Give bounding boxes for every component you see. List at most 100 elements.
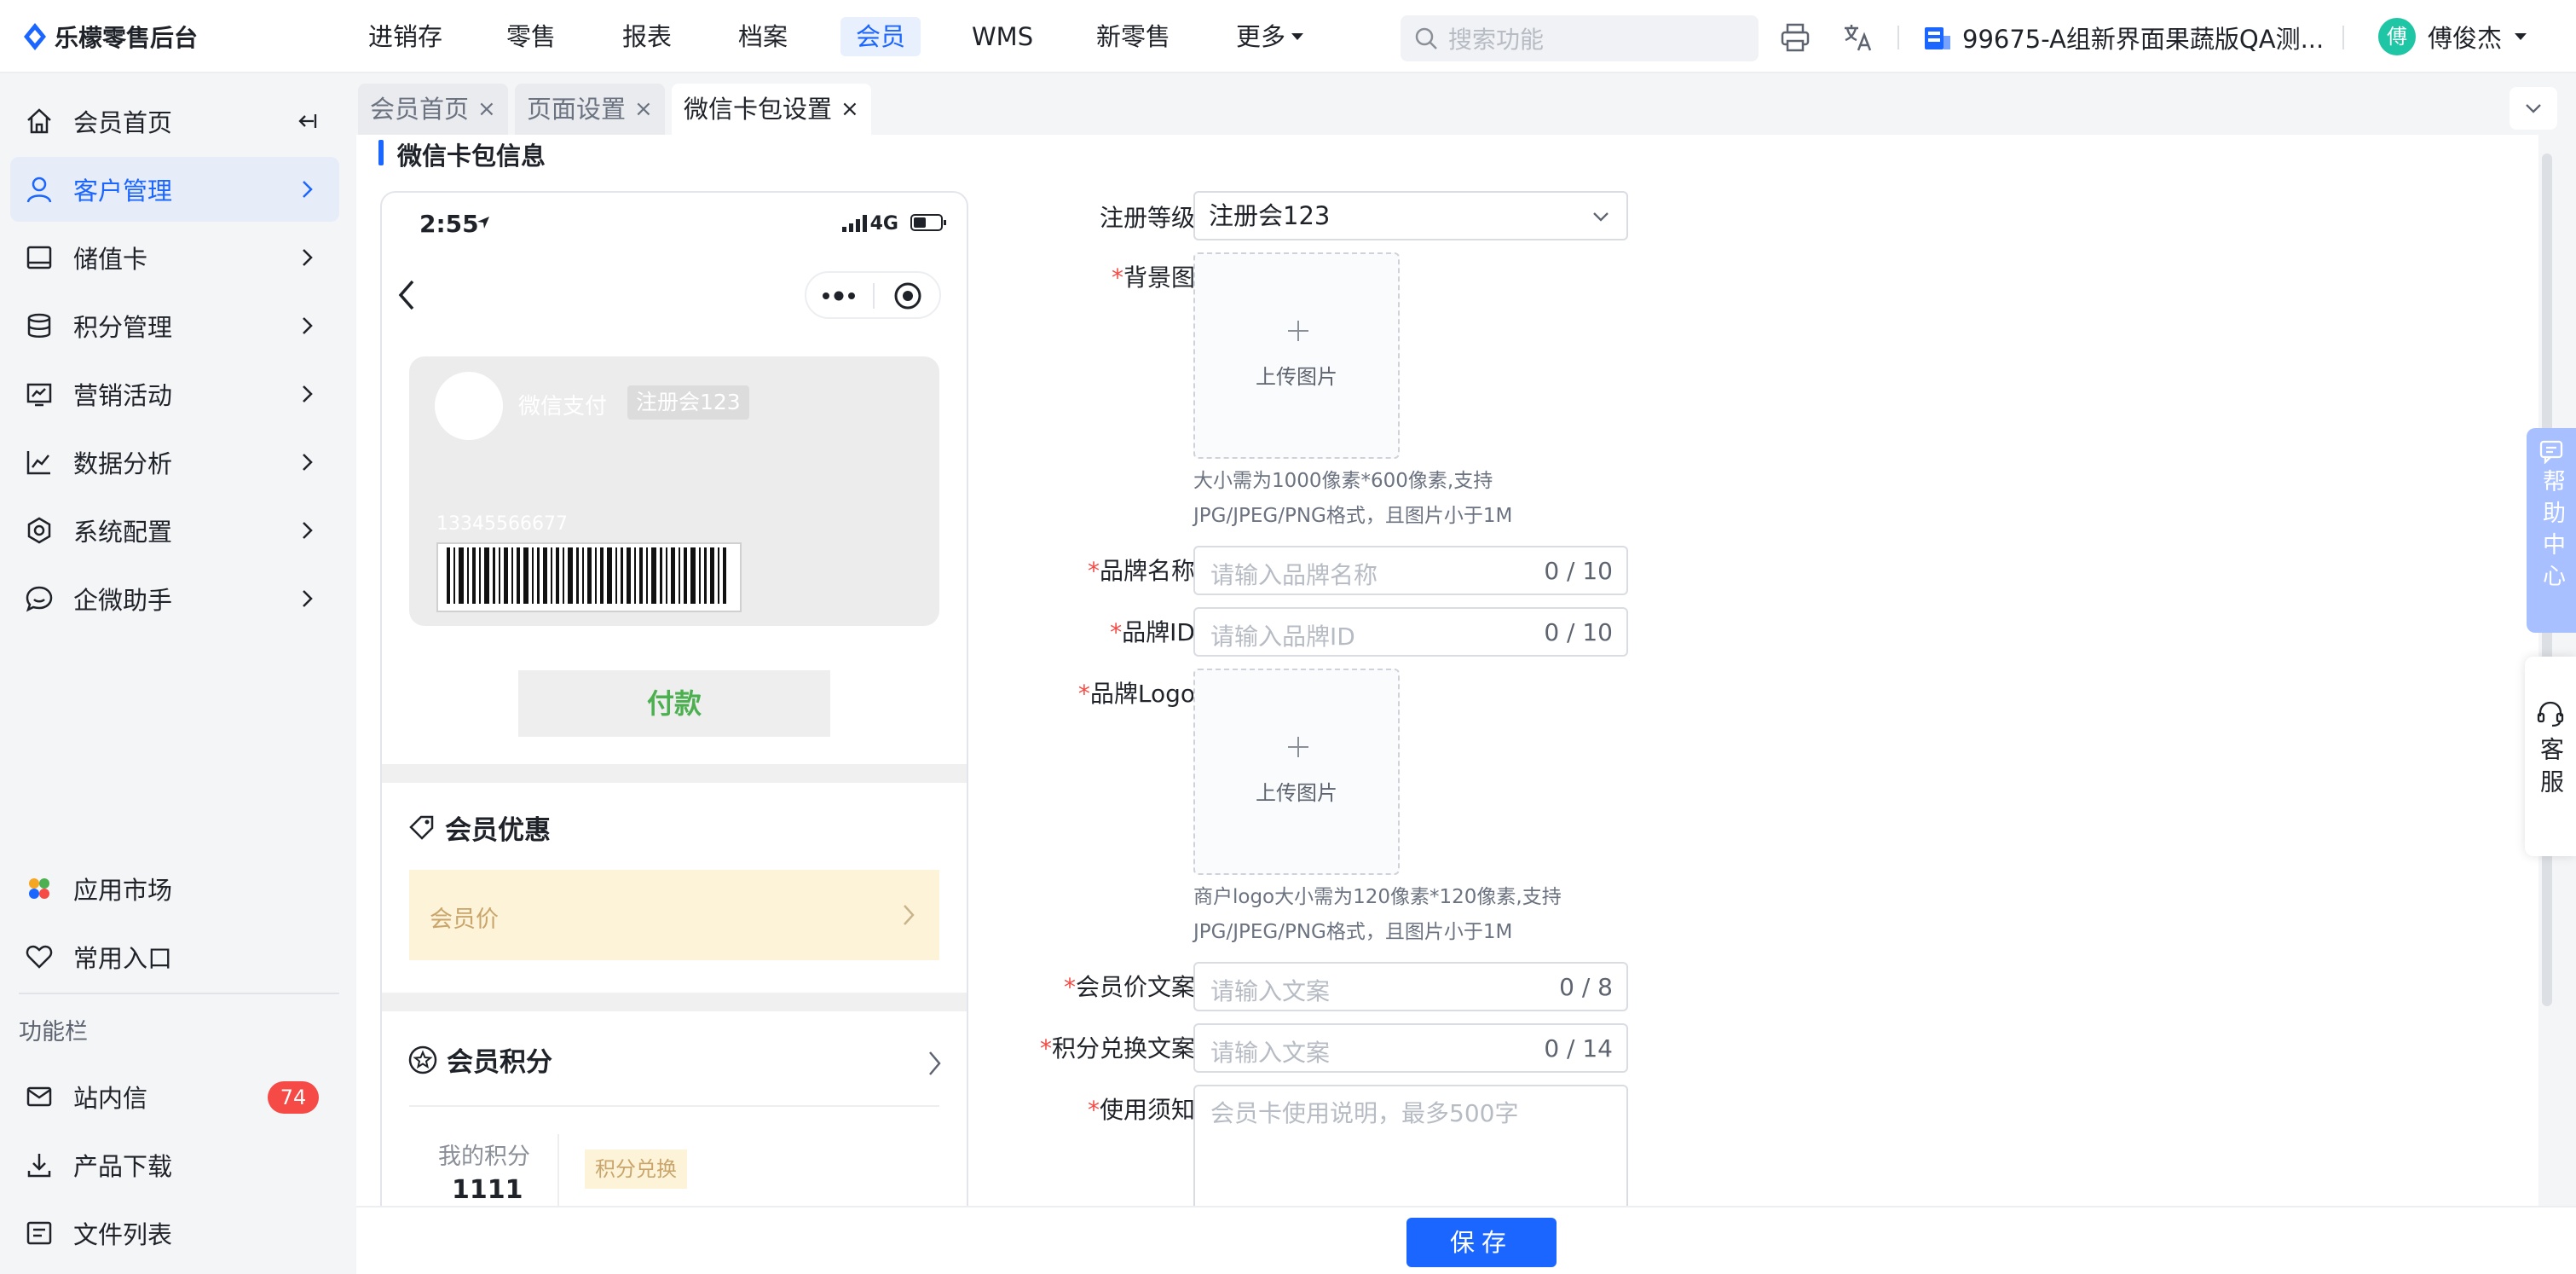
member-points-title-text: 会员积分 <box>447 1047 552 1078</box>
vip-price-text-label: *会员价文案 <box>1063 973 1195 1001</box>
vip-benefits-title: 会员优惠 <box>407 808 551 847</box>
logo-icon <box>24 23 46 50</box>
help-center-button[interactable]: 帮助中心 <box>2527 428 2576 633</box>
usage-placeholder: 会员卡使用说明，最多500字 <box>1210 1099 1519 1127</box>
avatar: 傅 <box>2378 18 2416 55</box>
store-selector[interactable]: 99675-A组新界面果蔬版QA测... <box>1923 19 2324 56</box>
search-placeholder: 搜索功能 <box>1448 26 1545 54</box>
sidebar-item-inbox[interactable]: 站内信 74 <box>10 1064 339 1129</box>
tablet-icon <box>22 240 56 275</box>
sidebar-item-label: 营销活动 <box>73 381 173 410</box>
close-target-icon[interactable] <box>893 281 922 310</box>
close-icon[interactable]: × <box>477 84 496 134</box>
back-arrow-icon[interactable] <box>396 278 419 312</box>
search-input[interactable]: 搜索功能 <box>1401 15 1759 61</box>
headset-icon <box>2537 701 2564 727</box>
database-icon <box>22 309 56 343</box>
sidebar-item-marketing[interactable]: 营销活动 <box>10 362 339 426</box>
footer-bar: 保存 <box>356 1206 2576 1274</box>
sidebar-item-stored-value-card[interactable]: 储值卡 <box>10 225 339 290</box>
pay-button[interactable]: 付款 <box>518 670 830 737</box>
sidebar: 会员首页 客户管理 储值卡 积分管理 营销活动 数据分析 系统配置 企微助手 应… <box>0 73 356 1274</box>
location-arrow-icon <box>477 217 489 229</box>
collapse-sidebar-icon[interactable] <box>295 109 319 133</box>
top-divider <box>2342 26 2344 49</box>
nav-item-reports[interactable]: 报表 <box>607 17 687 56</box>
vip-benefits-title-text: 会员优惠 <box>445 815 551 846</box>
phone-preview: 2:55 4G 微信支付 注册会123 13345566677 付款 会员优惠 … <box>380 191 968 1206</box>
settings-icon <box>22 513 56 547</box>
points-exchange-tag[interactable]: 积分兑换 <box>585 1149 687 1189</box>
chevron-right-icon[interactable] <box>924 1049 944 1078</box>
caret-down-icon <box>2515 33 2527 40</box>
nav-item-retail[interactable]: 零售 <box>491 17 571 56</box>
sidebar-item-system-config[interactable]: 系统配置 <box>10 498 339 563</box>
sidebar-item-label: 数据分析 <box>73 449 173 478</box>
points-vertical-divider <box>557 1134 559 1206</box>
chevron-right-icon <box>303 181 313 198</box>
nav-item-more[interactable]: 更多 <box>1221 17 1320 56</box>
brand-name-input[interactable]: 请输入品牌名称 0 / 10 <box>1193 546 1628 595</box>
signal-icon <box>842 215 867 232</box>
presentation-icon <box>22 377 56 411</box>
nav-item-wms[interactable]: WMS <box>956 17 1048 56</box>
more-dots-icon[interactable] <box>822 290 856 302</box>
chevron-right-icon <box>303 454 313 471</box>
chevron-down-icon <box>2526 104 2541 113</box>
capsule-divider <box>873 283 875 309</box>
user-menu[interactable]: 傅 傅俊杰 <box>2378 17 2527 56</box>
sidebar-item-favorites[interactable]: 常用入口 <box>10 924 339 989</box>
upload-label: 上传图片 <box>1256 365 1337 389</box>
vip-price-text-placeholder: 请输入文案 <box>1210 977 1331 1005</box>
tab-member-home[interactable]: 会员首页 × <box>358 84 508 135</box>
vip-price-label: 会员价 <box>430 906 499 933</box>
card-pay-label: 微信支付 <box>518 394 608 420</box>
nav-item-archive[interactable]: 档案 <box>723 17 803 56</box>
points-text-input[interactable]: 请输入文案 0 / 14 <box>1193 1023 1628 1073</box>
tab-wechat-card-settings[interactable]: 微信卡包设置 × <box>672 84 871 135</box>
level-select[interactable]: 注册会123 <box>1193 191 1628 240</box>
sidebar-item-product-download[interactable]: 产品下载 <box>10 1132 339 1197</box>
sidebar-item-label: 文件列表 <box>73 1220 173 1249</box>
member-points-title: 会员积分 <box>407 1040 552 1079</box>
sidebar-item-file-list[interactable]: 文件列表 <box>10 1201 339 1265</box>
card-level-badge: 注册会123 <box>627 385 749 420</box>
nav-item-inventory[interactable]: 进销存 <box>353 17 458 56</box>
usage-textarea[interactable]: 会员卡使用说明，最多500字 <box>1193 1085 1628 1206</box>
tab-page-settings[interactable]: 页面设置 × <box>515 84 665 135</box>
sidebar-item-member-home[interactable]: 会员首页 <box>10 89 339 153</box>
tab-menu-button[interactable] <box>2510 87 2557 130</box>
background-upload[interactable]: 上传图片 <box>1193 252 1400 459</box>
translate-icon[interactable] <box>1841 20 1875 55</box>
print-icon[interactable] <box>1778 20 1812 55</box>
nav-item-member[interactable]: 会员 <box>840 17 921 56</box>
save-button[interactable]: 保存 <box>1406 1218 1557 1267</box>
sidebar-item-data-analysis[interactable]: 数据分析 <box>10 430 339 495</box>
card-logo-placeholder <box>435 372 503 440</box>
vip-price-text-input[interactable]: 请输入文案 0 / 8 <box>1193 962 1628 1011</box>
vip-price-row[interactable]: 会员价 <box>409 870 939 960</box>
close-icon[interactable]: × <box>634 84 653 134</box>
nav-item-new-retail[interactable]: 新零售 <box>1081 17 1186 56</box>
sidebar-item-wecom-assistant[interactable]: 企微助手 <box>10 566 339 631</box>
sidebar-item-app-market[interactable]: 应用市场 <box>10 856 339 921</box>
close-icon[interactable]: × <box>840 84 859 134</box>
miniprogram-capsule <box>805 271 941 319</box>
brand-id-placeholder: 请输入品牌ID <box>1210 623 1355 651</box>
sidebar-item-points-management[interactable]: 积分管理 <box>10 293 339 358</box>
customer-service-button[interactable]: 客服 <box>2525 657 2576 856</box>
brand-logo-upload[interactable]: 上传图片 <box>1193 669 1400 875</box>
main-content: 微信卡包信息 2:55 4G 微信支付 注册会123 13345566677 付… <box>356 135 2538 1206</box>
chevron-right-icon <box>904 905 915 925</box>
chevron-right-icon <box>303 590 313 607</box>
home-icon <box>22 104 56 138</box>
app-logo[interactable]: 乐檬零售后台 <box>22 19 198 55</box>
chevron-down-icon <box>1593 212 1609 222</box>
char-counter: 0 / 10 <box>1544 557 1613 585</box>
brand-id-input[interactable]: 请输入品牌ID 0 / 10 <box>1193 607 1628 657</box>
sidebar-item-label: 产品下载 <box>73 1152 173 1181</box>
sidebar-item-customer-management[interactable]: 客户管理 <box>10 157 339 222</box>
top-bar: 乐檬零售后台 进销存 零售 报表 档案 会员 WMS 新零售 更多 搜索功能 9… <box>0 0 2576 73</box>
barcode-image <box>447 547 726 604</box>
file-list-icon <box>22 1216 56 1250</box>
